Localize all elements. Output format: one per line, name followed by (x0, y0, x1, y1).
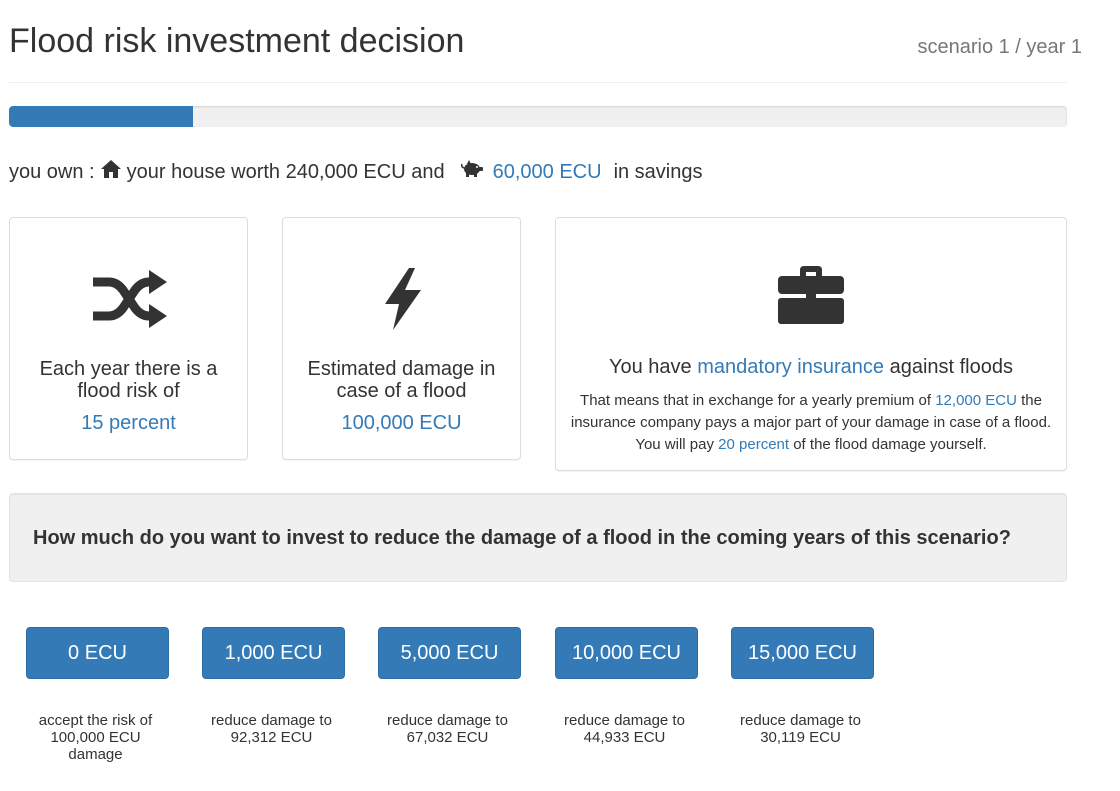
savings-value: 60,000 ECU (492, 160, 602, 183)
insurance-text-1: That means that in exchange for a yearly… (580, 392, 932, 409)
piggy-bank-icon (460, 160, 483, 184)
invest-5000-caption: reduce damage to 67,032 ECU (387, 712, 508, 746)
scenario-indicator: scenario 1 / year 1 (917, 36, 1082, 58)
invest-10000-button[interactable]: 10,000 ECU (555, 627, 698, 679)
progress-bar (9, 106, 1067, 127)
insurance-title-pre: You have (608, 356, 692, 378)
question-box: How much do you want to invest to reduce… (9, 493, 1067, 582)
flood-damage-panel: Estimated damage in case of a flood 100,… (282, 217, 521, 460)
flood-risk-value: 15 percent (81, 412, 176, 434)
invest-15000-button[interactable]: 15,000 ECU (731, 627, 874, 679)
invest-1000-caption: reduce damage to 92,312 ECU (211, 712, 332, 746)
insurance-panel: You have mandatory insurance against flo… (555, 217, 1067, 471)
shuffle-icon (91, 270, 167, 335)
assets-prefix: you own : (9, 160, 95, 183)
mandatory-insurance-text: mandatory insurance (697, 356, 885, 378)
invest-15000-caption: reduce damage to 30,119 ECU (740, 712, 861, 746)
flood-risk-label: Each year there is a flood risk of (39, 358, 218, 402)
invest-10000-caption: reduce damage to 44,933 ECU (564, 712, 685, 746)
insurance-text-3: of the flood damage yourself. (793, 436, 987, 453)
invest-0-caption: accept the risk of 100,000 ECU damage (38, 712, 153, 763)
briefcase-icon (778, 266, 844, 331)
flood-risk-panel: Each year there is a flood risk of 15 pe… (9, 217, 248, 460)
invest-1000-button[interactable]: 1,000 ECU (202, 627, 345, 679)
page-title: Flood risk investment decision (9, 22, 465, 60)
savings-suffix: in savings (613, 160, 703, 183)
investment-question: How much do you want to invest to reduce… (33, 527, 1011, 549)
progress-fill (9, 106, 194, 127)
insurance-title: You have mandatory insurance against flo… (556, 356, 1066, 379)
home-icon (100, 160, 121, 184)
insurance-premium: 12,000 ECU (935, 392, 1017, 409)
assets-line: you own : your house worth 240,000 ECU a… (9, 160, 703, 184)
house-text: your house worth 240,000 ECU and (126, 160, 445, 183)
insurance-own-share: 20 percent (718, 436, 790, 453)
invest-0-button[interactable]: 0 ECU (26, 627, 169, 679)
insurance-description: That means that in exchange for a yearly… (568, 390, 1054, 456)
lightning-icon (381, 268, 423, 335)
insurance-title-post: against floods (889, 356, 1013, 378)
header-divider (9, 82, 1067, 83)
flood-damage-value: 100,000 ECU (341, 412, 462, 434)
invest-5000-button[interactable]: 5,000 ECU (378, 627, 521, 679)
flood-damage-label: Estimated damage in case of a flood (307, 358, 496, 402)
